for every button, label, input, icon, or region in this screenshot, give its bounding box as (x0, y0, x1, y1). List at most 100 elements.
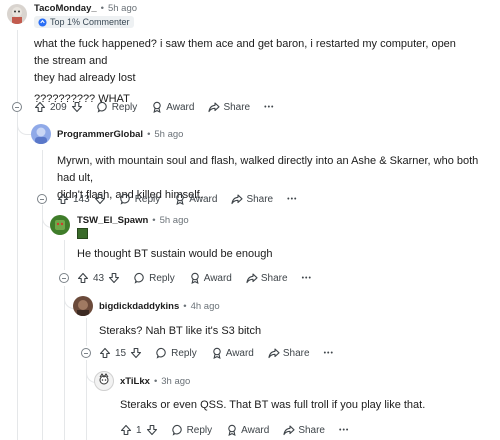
more-options-label: ••• (301, 274, 312, 282)
flair-emoji-icon (77, 228, 88, 239)
thread-line-level1 (42, 205, 43, 440)
vote-group: 15 (99, 347, 142, 359)
speech-bubble-icon (156, 347, 166, 359)
more-options-button[interactable]: ••• (264, 104, 274, 111)
speech-bubble-icon (134, 272, 144, 284)
speech-bubble-icon (171, 424, 182, 436)
share-button[interactable]: Share (283, 424, 325, 436)
collapse-button[interactable] (59, 273, 69, 283)
upvote-arrow-icon[interactable] (120, 424, 132, 436)
comment-meta: TSW_El_Spawn • 5h ago (77, 215, 189, 226)
more-options-label: ••• (287, 195, 298, 203)
upvote-arrow-icon[interactable] (77, 272, 89, 284)
username[interactable]: ProgrammerGlobal (57, 129, 143, 140)
username[interactable]: xTiLkx (120, 376, 150, 387)
username[interactable]: TSW_El_Spawn (77, 215, 148, 226)
share-label: Share (260, 272, 288, 284)
thread-line-level2 (64, 240, 65, 270)
downvote-arrow-icon[interactable] (108, 272, 120, 284)
action-bar: 209 Reply Award Share ••• (34, 99, 288, 115)
award-button[interactable]: Award (174, 193, 217, 205)
collapse-button[interactable] (81, 348, 91, 358)
award-medal-icon (212, 347, 221, 359)
action-bar: 43 Reply Award Share ••• (77, 270, 326, 286)
share-arrow-icon (268, 348, 280, 359)
share-label: Share (246, 193, 274, 205)
avatar[interactable] (50, 215, 70, 235)
award-button[interactable]: Award (151, 101, 194, 113)
timestamp[interactable]: 5h ago (154, 129, 183, 140)
speech-bubble-icon (120, 193, 130, 205)
award-button[interactable]: Award (189, 272, 232, 284)
award-medal-icon (190, 272, 199, 284)
share-button[interactable]: Share (208, 101, 250, 113)
more-options-button[interactable]: ••• (324, 350, 334, 357)
award-medal-icon (153, 101, 162, 113)
award-button[interactable]: Award (211, 347, 254, 359)
flair-label: Top 1% Commenter (50, 17, 130, 27)
collapse-button[interactable] (12, 102, 22, 112)
thread-line-level0 (17, 112, 18, 440)
more-options-button[interactable]: ••• (287, 196, 297, 203)
comment-body: Steraks or even QSS. That BT was full tr… (120, 397, 500, 414)
reply-label: Reply (186, 424, 213, 436)
thread-line-level0 (17, 30, 18, 102)
username[interactable]: TacoMonday_ (34, 3, 97, 14)
collapse-button[interactable] (37, 194, 47, 204)
upvote-arrow-icon[interactable] (57, 193, 69, 205)
reply-label: Reply (134, 193, 161, 205)
action-bar: 1 Reply Award Share ••• (120, 422, 363, 438)
vote-count: 15 (115, 347, 127, 359)
award-medal-icon (228, 424, 236, 436)
reply-button[interactable]: Reply (120, 193, 161, 205)
username[interactable]: bigdickdaddykins (99, 301, 179, 312)
comment-meta: TacoMonday_ • 5h ago (34, 3, 137, 14)
comment-meta: ProgrammerGlobal • 5h ago (57, 129, 183, 140)
thread-line-level2 (64, 286, 65, 440)
share-button[interactable]: Share (268, 347, 310, 359)
separator-dot: • (100, 3, 104, 14)
vote-count: 143 (73, 193, 90, 205)
timestamp[interactable]: 5h ago (108, 3, 137, 14)
award-label: Award (225, 347, 254, 359)
downvote-arrow-icon[interactable] (130, 347, 142, 359)
share-arrow-icon (283, 425, 295, 436)
timestamp[interactable]: 3h ago (161, 376, 190, 387)
thread-line-level1 (42, 150, 43, 190)
comment-body: Steraks? Nah BT like it's S3 bitch (99, 323, 500, 340)
share-label: Share (282, 347, 310, 359)
award-label: Award (189, 193, 218, 205)
downvote-arrow-icon[interactable] (94, 193, 106, 205)
reply-button[interactable]: Reply (171, 424, 213, 436)
reply-button[interactable]: Reply (134, 272, 175, 284)
avatar[interactable] (31, 124, 51, 144)
timestamp[interactable]: 4h ago (191, 301, 220, 312)
thread-line-level3 (86, 318, 87, 346)
action-bar: 143 Reply Award Share ••• (57, 191, 311, 207)
award-medal-icon (176, 193, 185, 205)
separator-dot: • (152, 215, 156, 226)
comment-body: He thought BT sustain would be enough (77, 246, 500, 263)
avatar[interactable] (73, 296, 93, 316)
vote-group: 43 (77, 272, 120, 284)
reply-button[interactable]: Reply (156, 347, 197, 359)
avatar[interactable] (94, 371, 114, 391)
more-options-button[interactable]: ••• (339, 427, 349, 434)
timestamp[interactable]: 5h ago (160, 215, 189, 226)
share-button[interactable]: Share (246, 272, 288, 284)
reply-button[interactable]: Reply (97, 101, 137, 113)
downvote-arrow-icon[interactable] (146, 424, 158, 436)
share-label: Share (298, 424, 325, 436)
more-options-label: ••• (339, 426, 350, 434)
share-button[interactable]: Share (231, 193, 273, 205)
comment-line: He thought BT sustain would be enough (77, 248, 273, 260)
upvote-arrow-icon[interactable] (99, 347, 111, 359)
more-options-button[interactable]: ••• (302, 275, 312, 282)
award-label: Award (166, 101, 195, 113)
upvote-arrow-icon[interactable] (34, 101, 46, 113)
more-options-label: ••• (264, 103, 275, 111)
downvote-arrow-icon[interactable] (71, 101, 83, 113)
award-button[interactable]: Award (226, 424, 269, 436)
flair-badge: Top 1% Commenter (34, 16, 134, 28)
avatar[interactable] (7, 4, 27, 24)
